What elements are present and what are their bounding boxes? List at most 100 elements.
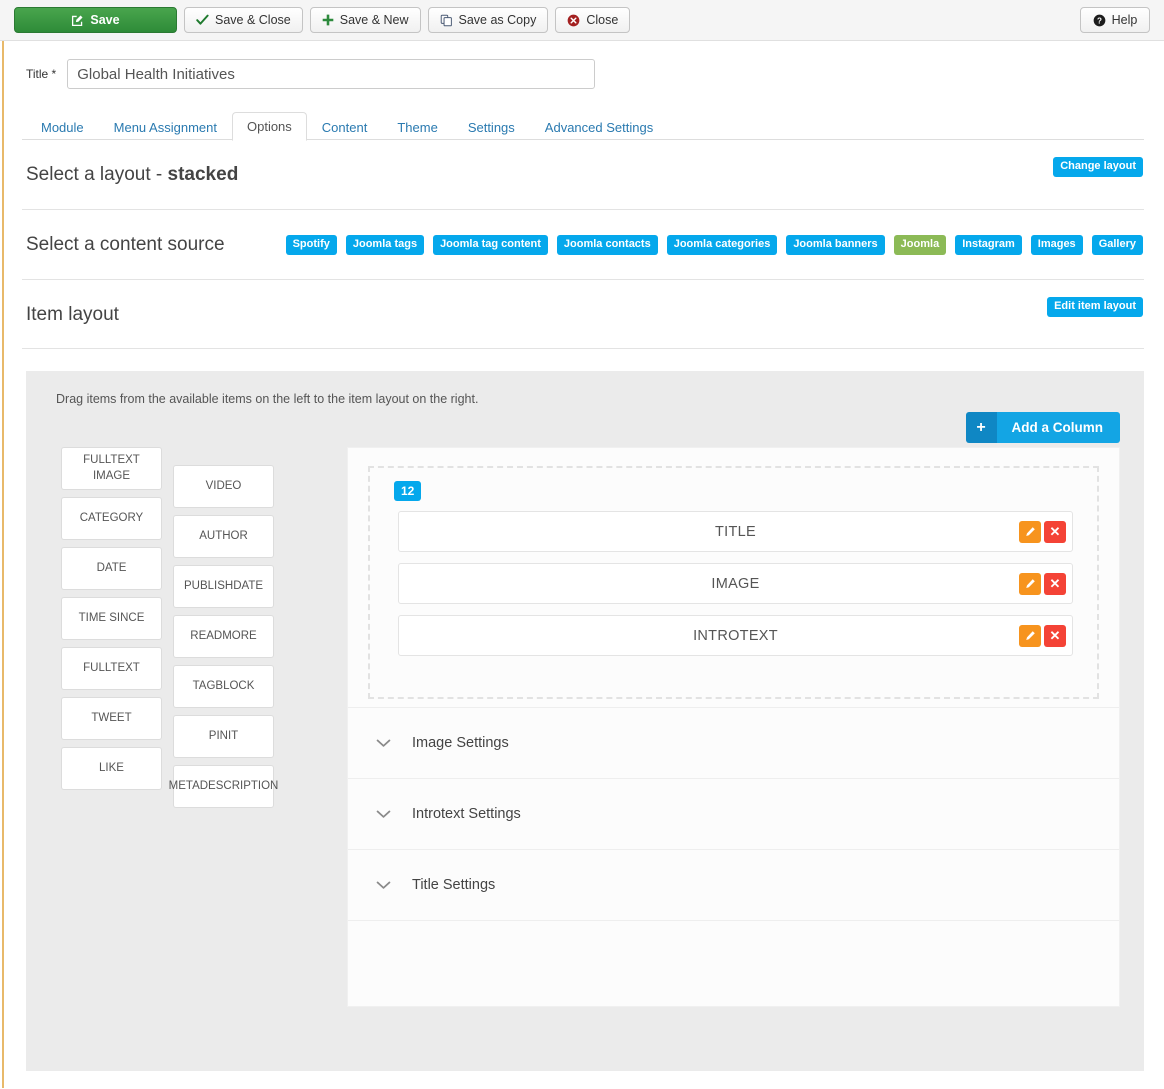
accordion-introtext-settings[interactable]: Introtext Settings: [348, 778, 1119, 850]
item-layout-canvas: 12 TITLE ✕ IMAGE ✕ INTROTEXT ✕ Image Set…: [347, 447, 1120, 1008]
change-layout-button[interactable]: Change layout: [1053, 157, 1143, 177]
item-layout-section: Item layout Edit item layout: [22, 280, 1144, 350]
content-source-list: Spotify Joomla tags Joomla tag content J…: [285, 235, 1144, 256]
available-items-column-left: FULLTEXT IMAGE CATEGORY DATE TIME SINCE …: [61, 447, 162, 797]
tab-content[interactable]: Content: [307, 113, 383, 141]
available-item-fulltext-image[interactable]: FULLTEXT IMAGE: [61, 447, 162, 491]
tab-settings[interactable]: Settings: [453, 113, 530, 141]
available-item-tweet[interactable]: TWEET: [61, 697, 162, 741]
save-and-new-button[interactable]: Save & New: [309, 7, 421, 33]
available-item-readmore[interactable]: READMORE: [173, 615, 274, 659]
page-body: Title * Module Menu Assignment Options C…: [0, 41, 1164, 1088]
source-joomla-contacts[interactable]: Joomla contacts: [556, 235, 658, 256]
close-button-label: Close: [586, 12, 619, 27]
accordion-label: Image Settings: [412, 735, 509, 752]
source-instagram[interactable]: Instagram: [955, 235, 1022, 256]
accordion-label: Title Settings: [412, 877, 496, 894]
available-item-pinit[interactable]: PINIT: [173, 715, 274, 759]
chevron-down-icon: [376, 739, 391, 748]
save-as-copy-button[interactable]: Save as Copy: [427, 7, 549, 33]
available-item-fulltext[interactable]: FULLTEXT: [61, 647, 162, 691]
select-content-source-section: Select a content source Spotify Joomla t…: [22, 210, 1144, 280]
title-input[interactable]: [67, 59, 596, 89]
layout-row-label: INTROTEXT: [693, 627, 778, 644]
save-button-label: Save: [90, 12, 120, 27]
save-button[interactable]: Save: [14, 7, 177, 33]
source-joomla-tag-content[interactable]: Joomla tag content: [433, 235, 548, 256]
page-inner: Title * Module Menu Assignment Options C…: [4, 41, 1164, 350]
chevron-down-icon: [376, 881, 391, 890]
save-and-new-label: Save & New: [339, 12, 409, 27]
available-item-like[interactable]: LIKE: [61, 747, 162, 791]
select-layout-heading-prefix: Select a layout -: [26, 164, 168, 185]
source-joomla-categories[interactable]: Joomla categories: [666, 235, 778, 256]
available-item-video[interactable]: VIDEO: [173, 465, 274, 509]
available-items-column-right: VIDEO AUTHOR PUBLISHDATE READMORE TAGBLO…: [169, 465, 278, 815]
available-item-publishdate[interactable]: PUBLISHDATE: [173, 565, 274, 609]
select-layout-section: Select a layout - stacked Change layout: [22, 140, 1144, 210]
close-icon[interactable]: ✕: [1044, 572, 1066, 595]
add-a-column-button[interactable]: + Add a Column: [965, 412, 1120, 444]
accordion-image-settings[interactable]: Image Settings: [348, 707, 1119, 779]
item-layout-heading: Item layout: [26, 303, 119, 325]
layout-row-introtext[interactable]: INTROTEXT ✕: [398, 615, 1073, 657]
edit-item-layout-button[interactable]: Edit item layout: [1047, 296, 1143, 317]
help-button[interactable]: ? Help: [1080, 7, 1150, 33]
pencil-icon[interactable]: [1019, 520, 1041, 543]
close-circle-icon: [567, 14, 580, 27]
available-item-category[interactable]: CATEGORY: [61, 497, 162, 541]
pencil-icon[interactable]: [1019, 624, 1041, 647]
drag-hint-text: Drag items from the available items on t…: [56, 392, 479, 407]
layout-row-image[interactable]: IMAGE ✕: [398, 563, 1073, 605]
title-field-row: Title *: [22, 41, 1144, 89]
accordion-title-settings[interactable]: Title Settings: [348, 849, 1119, 921]
chevron-down-icon: [376, 810, 391, 819]
available-item-tagblock[interactable]: TAGBLOCK: [173, 665, 274, 709]
help-button-label: Help: [1111, 12, 1138, 27]
available-items-panel: FULLTEXT IMAGE CATEGORY DATE TIME SINCE …: [56, 447, 326, 827]
accordion-label: Introtext Settings: [412, 806, 521, 823]
select-content-source-heading: Select a content source: [26, 233, 225, 255]
available-item-author[interactable]: AUTHOR: [173, 515, 274, 559]
svg-text:?: ?: [1097, 16, 1102, 25]
source-spotify[interactable]: Spotify: [285, 235, 337, 256]
check-icon: [196, 14, 209, 26]
source-joomla[interactable]: Joomla: [893, 235, 947, 256]
copy-icon: [440, 14, 453, 27]
tab-theme[interactable]: Theme: [382, 113, 452, 141]
layout-row-title[interactable]: TITLE ✕: [398, 511, 1073, 553]
source-joomla-tags[interactable]: Joomla tags: [345, 235, 425, 256]
plus-icon: +: [965, 412, 997, 444]
column-width-badge[interactable]: 12: [394, 481, 422, 502]
layout-column-dropzone[interactable]: 12 TITLE ✕ IMAGE ✕ INTROTEXT ✕: [368, 466, 1099, 700]
canvas-footer: [348, 920, 1119, 957]
edit-square-icon: [71, 14, 84, 27]
tab-bar: Module Menu Assignment Options Content T…: [22, 110, 1144, 141]
available-item-metadescription[interactable]: METADESCRIPTION: [169, 765, 278, 809]
toolbar: Save Save & Close Save & New Save as Cop…: [0, 0, 1164, 41]
tab-module[interactable]: Module: [26, 113, 99, 141]
toolbar-right-group: ? Help: [1080, 7, 1150, 33]
layout-row-label: IMAGE: [711, 575, 760, 592]
layout-builder-panel: Drag items from the available items on t…: [26, 371, 1144, 1072]
close-button[interactable]: Close: [555, 7, 631, 33]
save-and-close-button[interactable]: Save & Close: [184, 7, 303, 33]
tab-advanced-settings[interactable]: Advanced Settings: [530, 113, 668, 141]
source-gallery[interactable]: Gallery: [1091, 235, 1143, 256]
builder-header: Drag items from the available items on t…: [56, 389, 1120, 447]
layout-row-actions: ✕: [1019, 572, 1066, 595]
close-icon[interactable]: ✕: [1044, 520, 1066, 543]
source-joomla-banners[interactable]: Joomla banners: [786, 235, 885, 256]
save-and-close-label: Save & Close: [215, 12, 291, 27]
tab-menu-assignment[interactable]: Menu Assignment: [99, 113, 232, 141]
available-item-time-since[interactable]: TIME SINCE: [61, 597, 162, 641]
source-images[interactable]: Images: [1030, 235, 1083, 256]
save-as-copy-label: Save as Copy: [458, 12, 537, 27]
title-label: Title *: [26, 67, 57, 81]
close-icon[interactable]: ✕: [1044, 624, 1066, 647]
pencil-icon[interactable]: [1019, 572, 1041, 595]
available-item-date[interactable]: DATE: [61, 547, 162, 591]
select-layout-heading: Select a layout - stacked: [26, 164, 1142, 187]
layout-row-actions: ✕: [1019, 520, 1066, 543]
tab-options[interactable]: Options: [231, 112, 307, 141]
